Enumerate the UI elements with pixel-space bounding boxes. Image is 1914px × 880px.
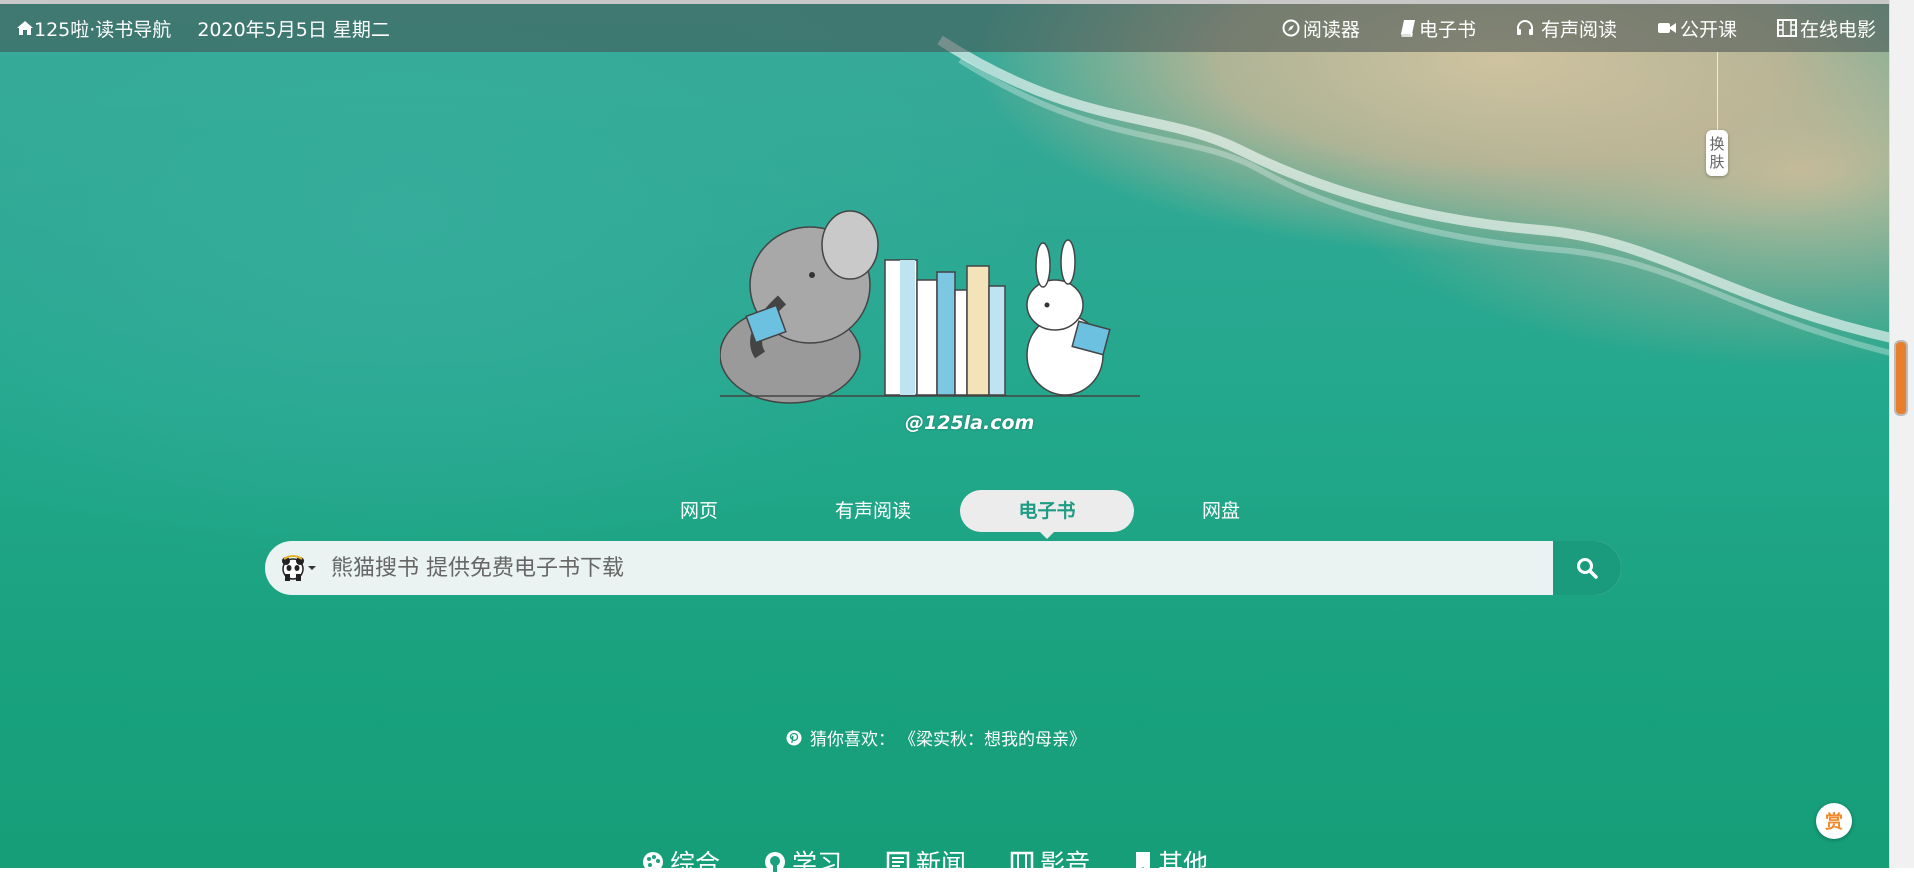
nav-open-course[interactable]: 公开课 (1657, 15, 1737, 42)
bookmark-icon (1136, 852, 1151, 872)
film-icon (1010, 851, 1034, 873)
home-icon (17, 21, 33, 35)
category-study[interactable]: 学习 (764, 844, 842, 880)
current-date: 2020年5月5日 星期二 (197, 18, 390, 41)
category-label: 综合 (670, 849, 721, 878)
page-scrollbar[interactable] (1889, 0, 1914, 868)
panda-icon (282, 555, 304, 581)
logo-credit: @125la.com (905, 412, 1035, 434)
tab-webpage[interactable]: 网页 (612, 490, 786, 532)
pinterest-icon (786, 730, 802, 745)
nav-label: 电子书 (1418, 18, 1476, 41)
top-bar: 125啦·读书导航 2020年5月5日 星期二 阅读器 电子书 有声阅读 公开课… (0, 4, 1890, 52)
nav-online-movie[interactable]: 在线电影 (1776, 15, 1876, 42)
nav-audio-reading[interactable]: 有声阅读 (1516, 15, 1617, 42)
category-nav: 综合 学习 新闻 影音 其他 (642, 844, 1252, 880)
category-media[interactable]: 影音 (1010, 844, 1090, 880)
tab-audio-reading[interactable]: 有声阅读 (786, 490, 960, 532)
tab-netdisk[interactable]: 网盘 (1134, 490, 1308, 532)
palette-icon (643, 852, 663, 872)
category-label: 新闻 (916, 849, 967, 878)
category-other[interactable]: 其他 (1134, 844, 1208, 880)
category-label: 影音 (1040, 849, 1091, 878)
search-icon (1577, 558, 1598, 579)
search-tabs: 网页 有声阅读 电子书 网盘 (612, 490, 1308, 539)
chevron-down-icon (308, 566, 316, 570)
search-input[interactable] (329, 541, 1553, 595)
nav-label: 有声阅读 (1540, 18, 1617, 41)
compass-icon (1282, 19, 1300, 37)
tab-ebook[interactable]: 电子书 (960, 490, 1134, 539)
nav-label: 公开课 (1679, 18, 1737, 41)
category-news[interactable]: 新闻 (886, 844, 966, 880)
category-label: 学习 (792, 849, 843, 878)
nav-label: 在线电影 (1799, 18, 1876, 41)
newspaper-icon (886, 851, 910, 873)
nav-reader[interactable]: 阅读器 (1282, 15, 1360, 42)
video-camera-icon (1657, 23, 1676, 33)
site-logo[interactable] (720, 180, 1140, 440)
book-icon (1400, 20, 1415, 37)
top-nav: 阅读器 电子书 有声阅读 公开课 在线电影 (1242, 15, 1876, 42)
search-button[interactable] (1553, 541, 1621, 595)
github-icon (765, 852, 786, 872)
nav-label: 阅读器 (1302, 18, 1360, 41)
category-label: 其他 (1158, 849, 1209, 878)
film-icon (1776, 19, 1797, 37)
change-skin-button[interactable]: 换 肤 (1706, 130, 1728, 176)
skin-label-2: 肤 (1709, 153, 1725, 171)
category-general[interactable]: 综合 (642, 844, 720, 880)
nav-ebook[interactable]: 电子书 (1400, 15, 1476, 42)
search-bar (265, 541, 1621, 595)
recommendation: 猜你喜欢： 《梁实秋：想我的母亲》 (786, 725, 1086, 750)
site-title[interactable]: 125啦·读书导航 (34, 15, 171, 42)
headphones-icon (1516, 20, 1533, 35)
engine-selector[interactable] (265, 554, 329, 582)
recommended-book-link[interactable]: 《梁实秋：想我的母亲》 (899, 725, 1086, 750)
skin-string (1717, 52, 1718, 130)
reward-button[interactable]: 赏 (1816, 803, 1852, 839)
scroll-thumb[interactable] (1894, 340, 1908, 416)
recommendation-label: 猜你喜欢： (810, 730, 895, 750)
skin-label-1: 换 (1709, 135, 1725, 153)
